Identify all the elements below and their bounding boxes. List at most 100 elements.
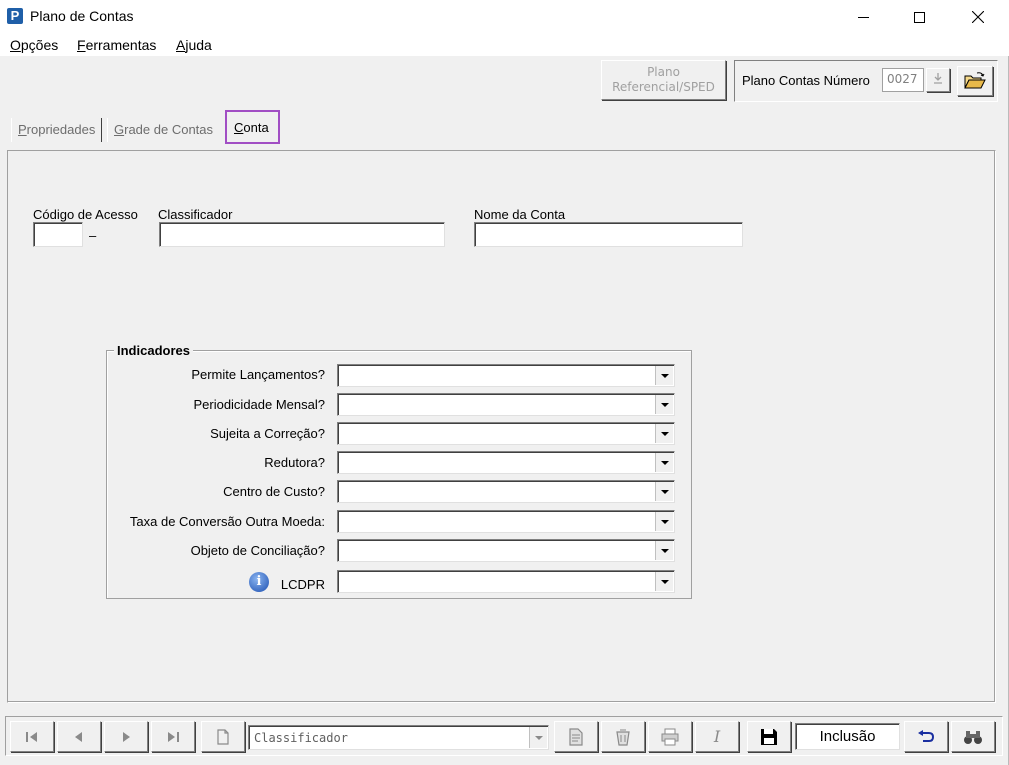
dropdown-button[interactable] bbox=[655, 482, 673, 501]
lcdpr-label: LCDPR bbox=[280, 577, 325, 592]
mode-status-field: Inclusão bbox=[795, 723, 900, 750]
chevron-down-icon bbox=[660, 548, 669, 553]
search-field-select[interactable]: Classificador bbox=[248, 725, 549, 750]
chevron-down-icon bbox=[660, 460, 669, 465]
chevron-down-icon bbox=[660, 402, 669, 407]
italic-button[interactable]: I bbox=[695, 721, 739, 752]
redutora-label: Redutora? bbox=[264, 455, 325, 470]
search-button[interactable] bbox=[951, 721, 995, 752]
dropdown-button[interactable] bbox=[655, 453, 673, 472]
tab-conta-label: onta bbox=[243, 120, 269, 135]
dropdown-button[interactable] bbox=[655, 572, 673, 591]
maximize-icon bbox=[913, 11, 925, 23]
sujeita-correcao-label: Sujeita a Correção? bbox=[210, 426, 325, 441]
edit-document-icon bbox=[569, 727, 583, 746]
mode-status-text: Inclusão bbox=[819, 728, 876, 745]
next-record-icon bbox=[123, 731, 130, 742]
codigo-acesso-label: Código de Acesso bbox=[33, 207, 138, 222]
undo-button[interactable] bbox=[904, 721, 948, 752]
undo-icon bbox=[918, 729, 935, 742]
redutora-select[interactable] bbox=[337, 451, 675, 474]
chevron-down-icon bbox=[534, 735, 543, 740]
menu-ferramentas-label: erramentas bbox=[85, 37, 157, 53]
next-record-button[interactable] bbox=[104, 721, 148, 752]
dropdown-button[interactable] bbox=[655, 395, 673, 414]
plano-contas-spin-button[interactable] bbox=[926, 68, 950, 92]
printer-icon bbox=[661, 728, 679, 745]
minimize-button[interactable] bbox=[840, 0, 886, 34]
new-document-button[interactable] bbox=[201, 721, 245, 752]
codigo-separator: – bbox=[89, 228, 97, 243]
info-icon[interactable]: i bbox=[249, 572, 269, 592]
permite-lancamentos-label: Permite Lançamentos? bbox=[191, 367, 325, 382]
centro-custo-label: Centro de Custo? bbox=[223, 484, 325, 499]
menu-ferramentas-mnemonic: F bbox=[77, 37, 86, 53]
chevron-down-icon bbox=[660, 519, 669, 524]
open-folder-button[interactable] bbox=[957, 66, 993, 96]
classificador-input[interactable] bbox=[159, 222, 445, 247]
trash-icon bbox=[616, 729, 630, 746]
sped-button-line1: Plano bbox=[647, 65, 680, 79]
objeto-conciliacao-label: Objeto de Conciliação? bbox=[190, 543, 325, 558]
objeto-conciliacao-select[interactable] bbox=[337, 539, 675, 562]
dropdown-button[interactable] bbox=[655, 366, 673, 385]
delete-record-button[interactable] bbox=[601, 721, 645, 752]
arrow-down-icon bbox=[934, 73, 942, 84]
menu-opcoes[interactable]: Opções bbox=[10, 37, 58, 53]
menu-ajuda[interactable]: Ajuda bbox=[176, 37, 212, 53]
save-icon bbox=[761, 728, 777, 745]
taxa-conversao-label: Taxa de Conversão Outra Moeda: bbox=[129, 514, 325, 529]
menu-ajuda-mnemonic: A bbox=[176, 37, 186, 53]
plano-contas-number-field[interactable]: 0027 bbox=[882, 68, 924, 92]
tab-propriedades[interactable]: Propriedades bbox=[11, 118, 103, 142]
tab-conta-mnemonic: C bbox=[234, 120, 244, 135]
dropdown-button[interactable] bbox=[655, 512, 673, 531]
first-record-icon bbox=[26, 731, 37, 742]
menu-opcoes-mnemonic: O bbox=[10, 37, 21, 53]
save-button[interactable] bbox=[747, 721, 791, 752]
nome-conta-input[interactable] bbox=[474, 222, 743, 247]
last-record-button[interactable] bbox=[151, 721, 195, 752]
app-icon: P bbox=[7, 8, 23, 24]
maximize-button[interactable] bbox=[896, 0, 942, 34]
lcdpr-select[interactable] bbox=[337, 570, 675, 593]
tab-conta[interactable]: Conta bbox=[225, 110, 280, 144]
minimize-icon bbox=[857, 16, 869, 18]
periodicidade-mensal-select[interactable] bbox=[337, 393, 675, 416]
dropdown-button[interactable] bbox=[529, 727, 547, 748]
indicadores-title: Indicadores bbox=[114, 343, 193, 358]
permite-lancamentos-select[interactable] bbox=[337, 364, 675, 387]
first-record-button[interactable] bbox=[10, 721, 54, 752]
binoculars-icon bbox=[964, 730, 982, 744]
previous-record-icon bbox=[75, 731, 82, 742]
periodicidade-mensal-label: Periodicidade Mensal? bbox=[193, 397, 325, 412]
sped-button-line2: Referencial/SPED bbox=[612, 80, 715, 94]
close-icon bbox=[972, 11, 984, 23]
last-record-icon bbox=[168, 731, 179, 742]
classificador-label: Classificador bbox=[158, 207, 233, 222]
tab-grade-de-contas[interactable]: Grade de Contas bbox=[107, 118, 219, 142]
tab-propriedades-label: ropriedades bbox=[26, 122, 96, 137]
chevron-down-icon bbox=[660, 373, 669, 378]
open-folder-icon bbox=[964, 72, 986, 89]
tab-propriedades-mnemonic: P bbox=[18, 122, 27, 137]
previous-record-button[interactable] bbox=[57, 721, 101, 752]
chevron-down-icon bbox=[660, 489, 669, 494]
print-button[interactable] bbox=[648, 721, 692, 752]
edit-record-button[interactable] bbox=[554, 721, 598, 752]
plano-contas-label: Plano Contas Número bbox=[742, 73, 870, 88]
menu-ferramentas[interactable]: Ferramentas bbox=[77, 37, 156, 53]
chevron-down-icon bbox=[660, 579, 669, 584]
search-field-value: Classificador bbox=[254, 731, 348, 745]
centro-custo-select[interactable] bbox=[337, 480, 675, 503]
dropdown-button[interactable] bbox=[655, 424, 673, 443]
plano-referencial-sped-button[interactable]: Plano Referencial/SPED bbox=[601, 60, 726, 100]
new-document-icon bbox=[217, 728, 229, 745]
dropdown-button[interactable] bbox=[655, 541, 673, 560]
close-button[interactable] bbox=[955, 0, 1001, 34]
tab-grade-mnemonic: G bbox=[114, 122, 125, 137]
nome-conta-label: Nome da Conta bbox=[474, 207, 566, 222]
codigo-acesso-input[interactable] bbox=[33, 222, 83, 247]
sujeita-correcao-select[interactable] bbox=[337, 422, 675, 445]
taxa-conversao-select[interactable] bbox=[337, 510, 675, 533]
